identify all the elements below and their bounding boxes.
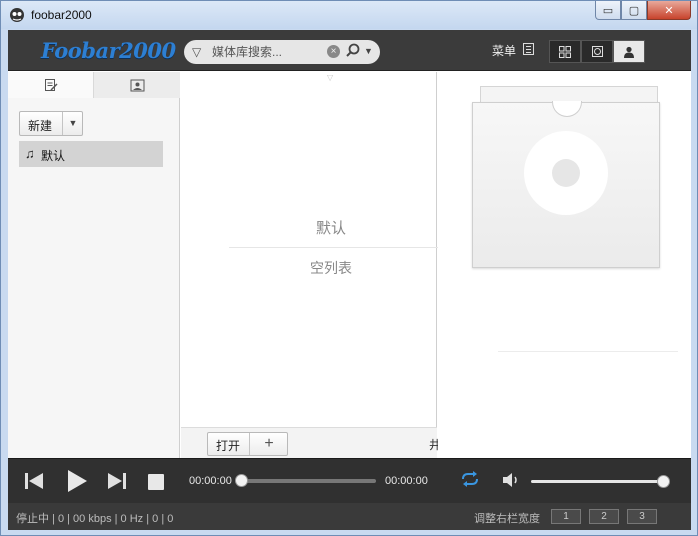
view-switcher	[549, 40, 645, 63]
add-icon[interactable]: +	[249, 433, 288, 455]
right-width-label: 调整右栏宽度	[474, 513, 540, 525]
list-item[interactable]: ♫ 默认	[19, 141, 163, 167]
previous-icon[interactable]	[24, 472, 44, 490]
music-note-icon: ♫	[25, 146, 35, 161]
disc-hole	[552, 159, 580, 187]
app-logo: Foobar2000	[41, 38, 176, 63]
width-button-2[interactable]: 2	[589, 509, 619, 524]
library-search[interactable]: ▽ × ▼	[184, 40, 380, 64]
close-button[interactable]: ✕	[647, 1, 691, 20]
header-bar: Foobar2000 ▽ × ▼ 菜单	[8, 30, 691, 71]
chevron-down-icon[interactable]: ▼	[62, 112, 83, 135]
playlist-view: ▽ 默认 空列表 打开 + 井	[181, 72, 441, 458]
playlist-edit-icon	[44, 79, 58, 91]
repeat-icon[interactable]	[460, 470, 480, 488]
seek-handle[interactable]	[235, 474, 248, 487]
sleeve-notch	[552, 101, 582, 117]
current-time: 00:00:00	[189, 475, 232, 487]
grid-view-button[interactable]	[549, 40, 581, 63]
window-title: foobar2000	[31, 8, 92, 22]
stop-icon[interactable]	[148, 474, 164, 490]
app-window: foobar2000 ▭ ▢ ✕ Foobar2000 ▽ × ▼ 菜单	[0, 0, 698, 536]
user-icon	[624, 46, 634, 58]
collapse-arrow-icon[interactable]: ▽	[327, 73, 333, 82]
grid-icon	[559, 45, 571, 58]
foobar-app-icon	[10, 8, 24, 22]
divider	[498, 351, 678, 352]
maximize-button[interactable]: ▢	[621, 1, 647, 20]
title-bar[interactable]: foobar2000 ▭ ▢ ✕	[1, 1, 697, 29]
new-playlist-button[interactable]: 新建 ▼	[19, 111, 83, 136]
search-input[interactable]	[212, 44, 322, 60]
image-icon	[130, 79, 144, 91]
menu-icon[interactable]	[523, 43, 534, 55]
width-buttons: 1 2 3	[551, 509, 665, 524]
playlist-sidebar: 新建 ▼ ♫ 默认	[8, 72, 180, 458]
status-bar: 停止中 | 0 | 00 kbps | 0 Hz | 0 | 0 调整右栏宽度 …	[8, 503, 691, 530]
sidebar-tabs	[8, 72, 180, 98]
close-icon: ✕	[664, 4, 674, 17]
minimize-icon: ▭	[602, 4, 614, 17]
playlist-footer: 打开 + 井	[181, 427, 441, 458]
tab-artwork[interactable]	[94, 72, 180, 98]
status-text: 停止中 | 0 | 00 kbps | 0 Hz | 0 | 0	[16, 513, 174, 525]
search-options-chevron-icon[interactable]: ▼	[364, 46, 373, 56]
open-files-button[interactable]: 打开 +	[207, 432, 288, 456]
maximize-icon: ▢	[628, 4, 640, 17]
new-playlist-label: 新建	[28, 119, 53, 133]
cd-view-button[interactable]	[581, 40, 613, 63]
divider	[229, 247, 439, 248]
client-area: Foobar2000 ▽ × ▼ 菜单	[8, 30, 691, 530]
album-cover-placeholder	[472, 101, 660, 268]
artwork-panel	[438, 72, 691, 458]
cd-icon	[591, 46, 603, 57]
volume-icon[interactable]	[502, 472, 522, 488]
playlist-title: 默认	[315, 220, 346, 237]
play-icon[interactable]	[66, 469, 88, 493]
filter-icon[interactable]: ▽	[192, 45, 201, 59]
clear-search-icon[interactable]: ×	[327, 45, 340, 58]
seek-slider[interactable]	[235, 474, 376, 487]
width-button-1[interactable]: 1	[551, 509, 581, 524]
volume-handle[interactable]	[657, 475, 670, 488]
width-button-3[interactable]: 3	[627, 509, 657, 524]
window-controls: ▭ ▢ ✕	[595, 1, 691, 21]
tab-playlists[interactable]	[8, 72, 94, 98]
open-label: 打开	[216, 439, 241, 453]
minimize-button[interactable]: ▭	[595, 1, 621, 20]
cd-disc-icon	[524, 131, 608, 215]
volume-slider[interactable]	[531, 475, 670, 488]
user-view-button[interactable]	[613, 40, 645, 63]
empty-list-text: 空列表	[310, 260, 352, 276]
search-icon[interactable]	[345, 43, 361, 59]
playlist-label: 默认	[41, 149, 66, 163]
next-icon[interactable]	[107, 472, 127, 490]
playback-bar: 00:00:00 00:00:00	[8, 458, 691, 503]
main-menu-button[interactable]: 菜单	[492, 42, 516, 59]
total-time: 00:00:00	[385, 475, 428, 487]
